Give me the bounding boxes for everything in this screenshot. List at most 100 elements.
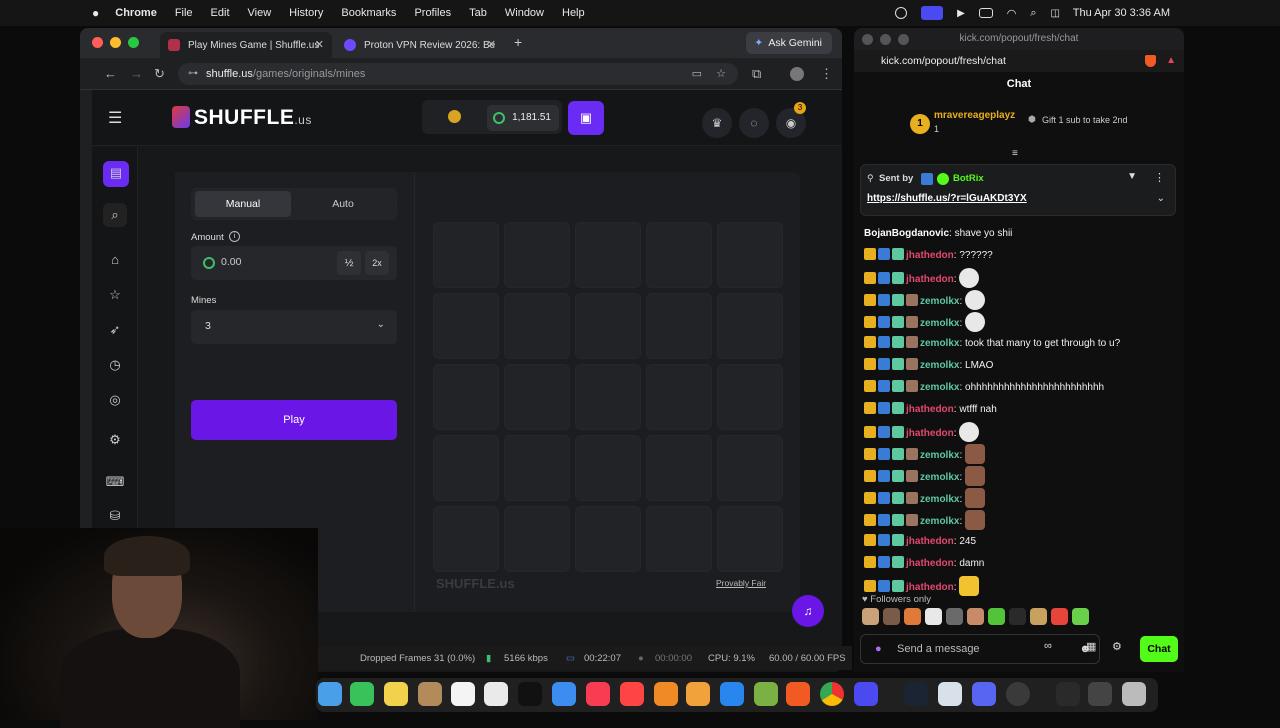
support-headset-button[interactable]: ♫ [792,595,824,627]
gifter-name[interactable]: mravereageplayz [934,110,1015,121]
chat-url-bar[interactable]: kick.com/popout/fresh/chat ▲ [854,50,1184,72]
pinned-link[interactable]: https://shuffle.us/?r=lGuAKDt3YX [867,193,1027,204]
tab-manual[interactable]: Manual [195,191,291,217]
mine-tile[interactable] [504,506,570,572]
screenshot-app-icon[interactable] [1088,682,1112,706]
mine-tile[interactable] [504,293,570,359]
mine-tile[interactable] [646,435,712,501]
close-window-button[interactable] [92,37,103,48]
activity-monitor-icon[interactable] [1056,682,1080,706]
chat-bubble-icon[interactable]: ◌ [739,108,769,138]
mine-tile[interactable] [646,364,712,430]
chat-username[interactable]: jhathedon [906,404,954,415]
menu-window[interactable]: Window [505,7,544,19]
points-icon[interactable]: ∞ [1044,640,1052,652]
freeform-app-icon[interactable] [484,682,508,706]
music-app-icon[interactable] [586,682,610,706]
menu-app-name[interactable]: Chrome [115,7,157,19]
chat-username[interactable]: zemolkx [920,360,959,371]
menu-edit[interactable]: Edit [211,7,230,19]
recent-emote-icon[interactable] [988,608,1005,625]
notes-app-icon[interactable] [384,682,408,706]
cast-icon[interactable]: ▭ [692,63,702,85]
chat-username[interactable]: BojanBogdanovic [864,228,949,239]
face-emote-icon[interactable] [965,510,986,530]
skull-emote-icon[interactable] [959,268,980,288]
tab-shuffle-mines[interactable]: Play Mines Game | Shuffle.us ✕ [160,32,332,58]
mine-tile[interactable] [575,293,641,359]
chat-username[interactable]: jhathedon [906,250,954,261]
recent-emote-icon[interactable] [1072,608,1089,625]
recent-emote-icon[interactable] [946,608,963,625]
send-chat-button[interactable]: Chat [1140,636,1178,662]
spotlight-icon[interactable]: ⌕ [1030,7,1036,20]
mine-tile[interactable] [433,506,499,572]
sidebar-favorites-icon[interactable]: ☆ [103,283,127,307]
close-tab-icon[interactable]: ✕ [315,38,324,51]
chat-username[interactable]: jhathedon [906,582,954,593]
face-emote-icon[interactable] [965,444,986,464]
chat-username[interactable]: zemolkx [920,472,959,483]
news-app-icon[interactable] [620,682,644,706]
pages-app-icon[interactable] [686,682,710,706]
mine-tile[interactable] [717,222,783,288]
sidebar-history-icon[interactable]: ◷ [103,353,127,377]
recent-emote-icon[interactable] [1009,608,1026,625]
half-button[interactable]: ½ [337,251,361,275]
mine-tile[interactable] [646,222,712,288]
menu-tab[interactable]: Tab [469,7,487,19]
mine-tile[interactable] [575,364,641,430]
menu-history[interactable]: History [289,7,323,19]
reminders-app-icon[interactable] [451,682,475,706]
mine-tile[interactable] [717,506,783,572]
chat-username[interactable]: zemolkx [920,382,959,393]
shuffle-logo[interactable]: SHUFFLE.us [172,106,312,130]
mine-tile[interactable] [433,364,499,430]
zoom-window-button[interactable] [128,37,139,48]
pinned-author[interactable]: BotRix [953,173,984,184]
back-arrow-icon[interactable]: ← [104,66,117,81]
sidebar-home-icon[interactable]: ⌂ [103,248,127,272]
user-account-icon[interactable]: ◉ 3 [776,102,806,138]
obs-app-icon[interactable] [1006,682,1030,706]
xcode-app-icon[interactable] [754,682,778,706]
forward-arrow-icon[interactable]: → [130,66,143,81]
recent-emote-icon[interactable] [862,608,879,625]
chat-username[interactable]: jhathedon [906,536,954,547]
sidebar-settings-icon[interactable]: ⚙ [103,428,127,452]
trash-icon[interactable] [1122,682,1146,706]
unpin-icon[interactable]: ▼ [1127,171,1137,182]
skull-emote-icon[interactable] [965,290,986,310]
vip-crown-icon[interactable]: ♛ [702,108,732,138]
recent-emote-icon[interactable] [925,608,942,625]
chrome-app-icon[interactable] [820,682,844,706]
amount-input[interactable]: 0.00 ½ 2x [191,246,397,280]
menu-view[interactable]: View [248,7,272,19]
sidebar-games-icon[interactable]: ▤ [103,161,129,187]
mic-icon[interactable]: ● [875,635,882,663]
mine-tile[interactable] [433,222,499,288]
mine-tile[interactable] [575,222,641,288]
facetime-app-icon[interactable] [350,682,374,706]
tab-auto[interactable]: Auto [295,191,391,217]
scroll-to-bottom-icon[interactable]: ≡ [1012,148,1018,159]
skull-emote-icon[interactable] [965,312,986,332]
apple-icon[interactable]: ● [92,6,99,20]
double-button[interactable]: 2x [365,251,389,275]
chat-username[interactable]: zemolkx [920,318,959,329]
chat-username[interactable]: zemolkx [920,516,959,527]
expand-pinned-icon[interactable]: ⌄ [1157,193,1165,204]
sidebar-search-icon[interactable]: ⌕ [103,203,127,227]
brave-shield-icon[interactable] [1145,55,1156,67]
maps-app-icon[interactable] [318,682,342,706]
extensions-icon[interactable]: ⧉ [752,66,761,82]
close-tab-icon[interactable]: ✕ [487,38,496,51]
wifi-icon[interactable]: ◠ [1007,7,1017,20]
sidebar-rocket-icon[interactable]: ➶ [103,318,127,342]
chat-username[interactable]: zemolkx [920,296,959,307]
terminal-app-icon[interactable] [904,682,928,706]
chat-settings-icon[interactable]: ⚙ [1112,640,1122,653]
mine-tile[interactable] [646,293,712,359]
coin-icon[interactable] [448,110,461,123]
store-icon[interactable]: ▦ [1086,640,1096,653]
